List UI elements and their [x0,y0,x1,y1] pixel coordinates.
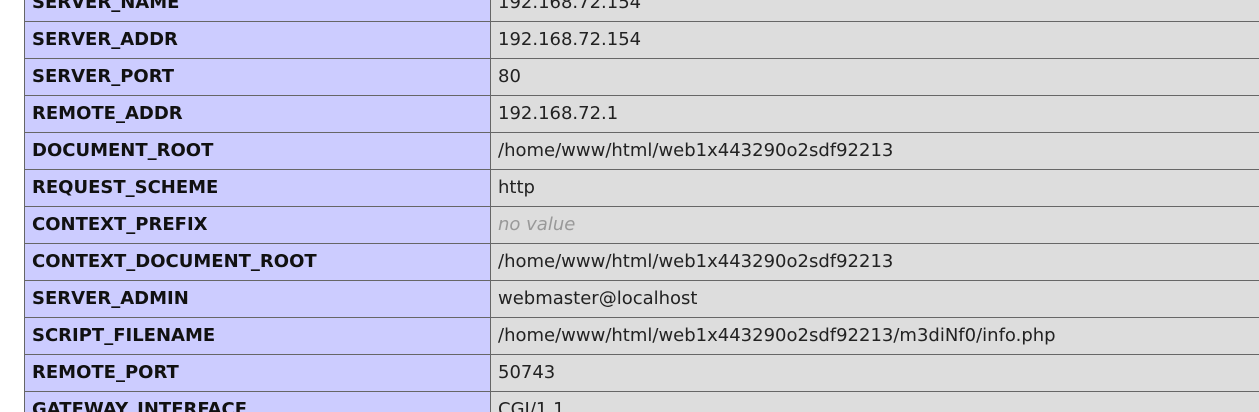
table-row: GATEWAY_INTERFACE CGI/1.1 [24,391,1259,412]
variable-name: SERVER_ADDR [24,21,491,59]
table-row: SERVER_PORT 80 [24,58,1259,96]
table-row: CONTEXT_PREFIX no value [24,206,1259,244]
no-value-text: no value [498,214,576,235]
variable-value: http [490,169,1259,207]
variable-name: DOCUMENT_ROOT [24,132,491,170]
variable-name: SERVER_NAME [24,0,491,22]
variable-value: /home/www/html/web1x443290o2sdf92213 [490,132,1259,170]
variable-name: SCRIPT_FILENAME [24,317,491,355]
table-row: SERVER_ADDR 192.168.72.154 [24,21,1259,59]
variable-name: GATEWAY_INTERFACE [24,391,491,412]
table-row: REMOTE_ADDR 192.168.72.1 [24,95,1259,133]
environment-variables-table: SERVER_NAME 192.168.72.154 SERVER_ADDR 1… [24,0,1259,412]
variable-value: 192.168.72.1 [490,95,1259,133]
variable-name: CONTEXT_DOCUMENT_ROOT [24,243,491,281]
variable-name: SERVER_ADMIN [24,280,491,318]
table-row: CONTEXT_DOCUMENT_ROOT /home/www/html/web… [24,243,1259,281]
variable-value: 192.168.72.154 [490,0,1259,22]
variable-value: CGI/1.1 [490,391,1259,412]
variable-value: 80 [490,58,1259,96]
variable-value: 50743 [490,354,1259,392]
table-row: DOCUMENT_ROOT /home/www/html/web1x443290… [24,132,1259,170]
variable-name: REQUEST_SCHEME [24,169,491,207]
variable-value: webmaster@localhost [490,280,1259,318]
variable-value: no value [490,206,1259,244]
table-row: SCRIPT_FILENAME /home/www/html/web1x4432… [24,317,1259,355]
table-row: SERVER_NAME 192.168.72.154 [24,0,1259,22]
variable-name: REMOTE_ADDR [24,95,491,133]
variable-name: CONTEXT_PREFIX [24,206,491,244]
table-row: REMOTE_PORT 50743 [24,354,1259,392]
table-row: SERVER_ADMIN webmaster@localhost [24,280,1259,318]
variable-value: 192.168.72.154 [490,21,1259,59]
table-row: REQUEST_SCHEME http [24,169,1259,207]
variable-name: REMOTE_PORT [24,354,491,392]
variable-value: /home/www/html/web1x443290o2sdf92213/m3d… [490,317,1259,355]
variable-name: SERVER_PORT [24,58,491,96]
phpinfo-viewport: SERVER_NAME 192.168.72.154 SERVER_ADDR 1… [0,0,1259,412]
variable-value: /home/www/html/web1x443290o2sdf92213 [490,243,1259,281]
